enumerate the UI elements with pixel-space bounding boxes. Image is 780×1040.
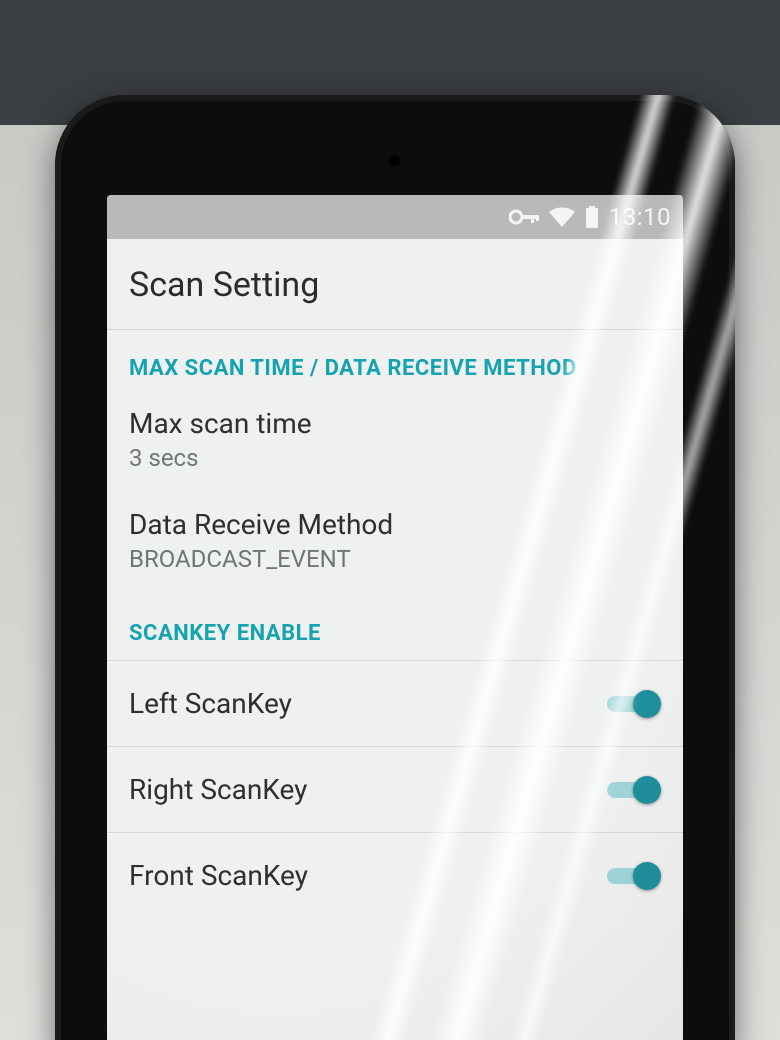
- page-title: Scan Setting: [129, 265, 661, 305]
- switch-row-right-scankey[interactable]: Right ScanKey: [107, 746, 683, 832]
- vpn-key-icon: [509, 208, 539, 226]
- switch-label: Left ScanKey: [129, 687, 292, 720]
- switch-thumb: [633, 862, 661, 890]
- section-header-scankey-enable: SCANKEY ENABLE: [107, 595, 683, 654]
- pref-title: Data Receive Method: [129, 508, 661, 541]
- switch-label: Right ScanKey: [129, 773, 307, 806]
- switch-row-front-scankey[interactable]: Front ScanKey: [107, 832, 683, 918]
- pref-data-receive-method[interactable]: Data Receive Method BROADCAST_EVENT: [107, 494, 683, 595]
- switch-thumb: [633, 690, 661, 718]
- status-bar: 13:10: [107, 195, 683, 239]
- app-bar: Scan Setting: [107, 239, 683, 330]
- pref-summary: 3 secs: [129, 444, 661, 472]
- status-bar-clock: 13:10: [609, 203, 671, 231]
- switch-thumb: [633, 776, 661, 804]
- section-header-scan-method: MAX SCAN TIME / DATA RECEIVE METHOD: [107, 330, 683, 389]
- wifi-icon: [549, 207, 575, 227]
- toggle-front-scankey[interactable]: [603, 860, 661, 892]
- toggle-right-scankey[interactable]: [603, 774, 661, 806]
- switch-row-left-scankey[interactable]: Left ScanKey: [107, 661, 683, 746]
- toggle-left-scankey[interactable]: [603, 688, 661, 720]
- battery-full-icon: [585, 206, 599, 228]
- settings-content: MAX SCAN TIME / DATA RECEIVE METHOD Max …: [107, 330, 683, 918]
- phone-device-frame: 13:10 Scan Setting MAX SCAN TIME / DATA …: [55, 95, 735, 1040]
- device-screen: 13:10 Scan Setting MAX SCAN TIME / DATA …: [107, 195, 683, 1040]
- pref-max-scan-time[interactable]: Max scan time 3 secs: [107, 389, 683, 494]
- pref-summary: BROADCAST_EVENT: [129, 545, 661, 573]
- earpiece-speaker: [387, 153, 403, 169]
- pref-title: Max scan time: [129, 407, 661, 440]
- switch-label: Front ScanKey: [129, 859, 308, 892]
- scankey-switch-list: Left ScanKey Right ScanKey Front ScanKey: [107, 660, 683, 918]
